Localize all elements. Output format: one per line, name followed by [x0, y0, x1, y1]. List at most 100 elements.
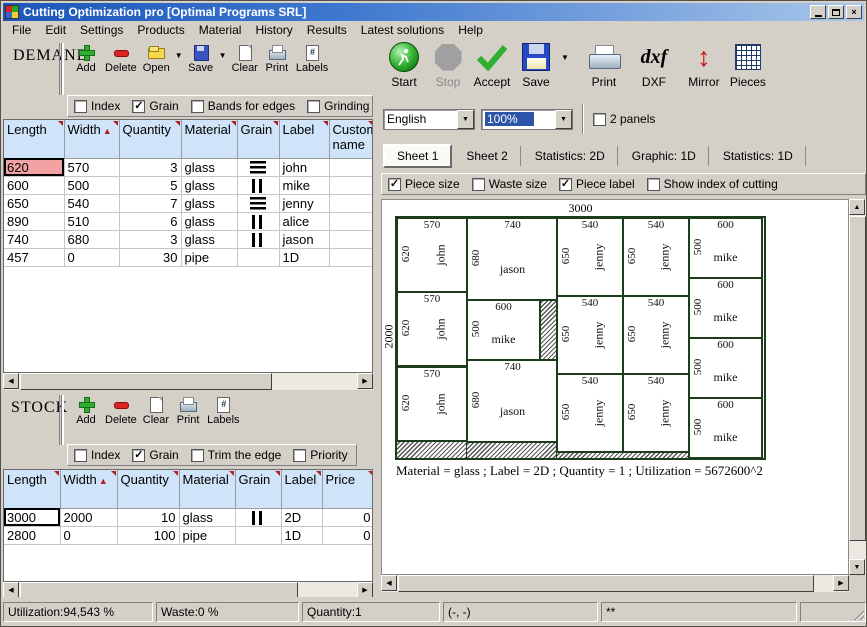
cell[interactable]: jenny	[279, 194, 329, 212]
menu-item-material[interactable]: Material	[192, 22, 249, 38]
column-header-width[interactable]: Width▲	[64, 120, 119, 158]
tab-graphic-1d[interactable]: Graphic: 1D	[620, 146, 709, 166]
stop-button[interactable]: Stop	[429, 41, 467, 89]
menu-item-edit[interactable]: Edit	[38, 22, 73, 38]
menu-item-help[interactable]: Help	[451, 22, 490, 38]
stock-labels-button[interactable]: Labels	[205, 395, 241, 428]
column-header-grain[interactable]: Grain	[237, 120, 279, 158]
stock-print-button[interactable]: Print	[173, 395, 203, 428]
scrollbar-thumb[interactable]	[849, 216, 866, 541]
canvas-hscrollbar[interactable]: ◀ ▶	[381, 575, 849, 592]
cell[interactable]	[235, 526, 281, 544]
save-solution-button[interactable]: Save	[517, 41, 555, 89]
cell[interactable]: 740	[4, 230, 64, 248]
scroll-up-icon[interactable]: ▲	[849, 199, 865, 215]
cell[interactable]: glass	[181, 194, 237, 212]
tab-sheet-2[interactable]: Sheet 2	[454, 146, 520, 166]
cell[interactable]	[329, 230, 373, 248]
checkbox-2-panels[interactable]: 2 panels	[593, 112, 655, 126]
cell[interactable]: 2D	[281, 508, 322, 526]
cell[interactable]: 3000	[4, 508, 60, 526]
menu-item-file[interactable]: File	[5, 22, 38, 38]
open-dropdown-arrow[interactable]: ▼	[174, 51, 184, 60]
save-dropdown-arrow[interactable]: ▼	[561, 53, 569, 62]
scroll-right-icon[interactable]: ▶	[833, 575, 849, 591]
scrollbar-thumb[interactable]	[398, 575, 814, 592]
stock-clear-button[interactable]: Clear	[141, 395, 171, 428]
cell[interactable]: 570	[64, 158, 119, 176]
cell[interactable]	[237, 176, 279, 194]
cell[interactable]: 500	[64, 176, 119, 194]
cell[interactable]	[237, 158, 279, 176]
chevron-down-icon[interactable]: ▼	[457, 110, 474, 129]
tab-statistics-2d[interactable]: Statistics: 2D	[523, 146, 618, 166]
cell[interactable]: 0	[322, 526, 373, 544]
column-header-customer-name[interactable]: Customer name	[329, 120, 373, 158]
cell[interactable]	[237, 212, 279, 230]
demand-print-button[interactable]: Print	[262, 43, 292, 76]
cell[interactable]: glass	[181, 230, 237, 248]
pieces-button[interactable]: Pieces	[729, 41, 767, 89]
cell[interactable]: pipe	[179, 526, 235, 544]
canvas-vscrollbar[interactable]: ▲ ▼	[849, 199, 866, 575]
scrollbar-thumb[interactable]	[20, 373, 272, 390]
cell[interactable]: 0	[322, 508, 373, 526]
cell[interactable]: 2800	[4, 526, 60, 544]
mirror-button[interactable]: ↕ Mirror	[685, 41, 723, 89]
column-header-length[interactable]: Length	[4, 120, 64, 158]
column-header-grain[interactable]: Grain	[235, 470, 281, 508]
checkbox-piece-size[interactable]: ✓Piece size	[388, 177, 460, 191]
cell[interactable]: jason	[279, 230, 329, 248]
demand-delete-button[interactable]: Delete	[103, 43, 139, 76]
cell[interactable]	[329, 194, 373, 212]
cell[interactable]: mike	[279, 176, 329, 194]
column-header-material[interactable]: Material	[181, 120, 237, 158]
cell[interactable]: 620	[4, 158, 64, 176]
checkbox-grain[interactable]: ✓Grain	[132, 99, 178, 113]
menu-item-products[interactable]: Products	[130, 22, 191, 38]
dxf-button[interactable]: dxf DXF	[635, 41, 673, 89]
tab-sheet-1[interactable]: Sheet 1	[383, 144, 452, 168]
column-header-quantity[interactable]: Quantity	[119, 120, 181, 158]
cell[interactable]: 6	[119, 212, 181, 230]
cell[interactable]	[329, 248, 373, 266]
accept-button[interactable]: Accept	[473, 41, 511, 89]
demand-save-button[interactable]: Save	[186, 43, 216, 76]
column-header-length[interactable]: Length	[4, 470, 60, 508]
scroll-right-icon[interactable]: ▶	[357, 373, 373, 389]
checkbox-priority[interactable]: Priority	[293, 448, 347, 462]
zoom-select[interactable]: 100% ▼	[481, 109, 573, 130]
cell[interactable]: 0	[64, 248, 119, 266]
tab-statistics-1d[interactable]: Statistics: 1D	[711, 146, 806, 166]
checkbox-bands-for-edges[interactable]: Bands for edges	[191, 99, 295, 113]
cell[interactable]	[329, 212, 373, 230]
start-button[interactable]: Start	[385, 41, 423, 89]
cell[interactable]: 100	[117, 526, 179, 544]
checkbox-index[interactable]: Index	[74, 99, 120, 113]
close-button[interactable]: ×	[846, 5, 862, 19]
cell[interactable]	[329, 176, 373, 194]
column-header-width[interactable]: Width▲	[60, 470, 117, 508]
column-header-material[interactable]: Material	[179, 470, 235, 508]
cell[interactable]: 0	[60, 526, 117, 544]
cell[interactable]: 650	[4, 194, 64, 212]
cell[interactable]: 510	[64, 212, 119, 230]
column-header-label[interactable]: Label	[279, 120, 329, 158]
cell[interactable]: 7	[119, 194, 181, 212]
cell[interactable]: 890	[4, 212, 64, 230]
checkbox-grinding[interactable]: Grinding	[307, 99, 369, 113]
cell[interactable]: john	[279, 158, 329, 176]
checkbox-trim-the-edge[interactable]: Trim the edge	[191, 448, 282, 462]
chevron-down-icon[interactable]: ▼	[555, 110, 572, 129]
stock-add-button[interactable]: Add	[71, 395, 101, 428]
drawing-canvas[interactable]: 3000 2000 570620john570620john570620john…	[381, 199, 866, 592]
cell[interactable]: 540	[64, 194, 119, 212]
checkbox-index[interactable]: Index	[74, 448, 120, 462]
cell[interactable]: 1D	[281, 526, 322, 544]
cell[interactable]: glass	[181, 158, 237, 176]
checkbox-grain[interactable]: ✓Grain	[132, 448, 178, 462]
scroll-left-icon[interactable]: ◀	[3, 582, 19, 598]
demand-clear-button[interactable]: Clear	[230, 43, 260, 76]
checkbox-piece-label[interactable]: ✓Piece label	[559, 177, 635, 191]
checkbox-waste-size[interactable]: Waste size	[472, 177, 547, 191]
